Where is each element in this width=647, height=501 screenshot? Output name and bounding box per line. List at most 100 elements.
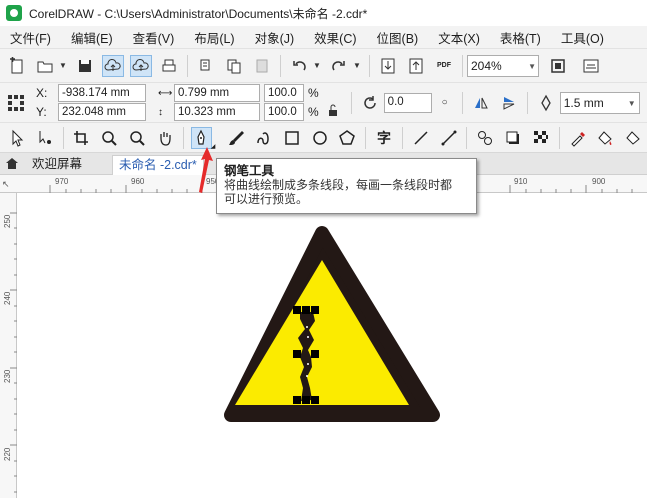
- scale-x-unit: %: [308, 86, 319, 100]
- publish-pdf-icon[interactable]: PDF: [433, 55, 455, 77]
- menu-bar: 文件(F) 编辑(E) 查看(V) 布局(L) 对象(J) 效果(C) 位图(B…: [0, 26, 647, 48]
- warning-sign-drawing: [224, 226, 440, 422]
- menu-view[interactable]: 查看(V): [123, 28, 185, 47]
- separator: [462, 54, 463, 77]
- outline-dropdown-icon[interactable]: ▼: [628, 95, 636, 113]
- new-document-icon[interactable]: [6, 55, 28, 77]
- tab-document[interactable]: 未命名 -2.cdr*: [112, 155, 204, 175]
- vertical-ruler[interactable]: 250 240 230 220: [0, 193, 17, 498]
- pdf-label: PDF: [437, 62, 451, 69]
- tab-welcome[interactable]: 欢迎屏幕: [26, 155, 88, 175]
- x-position-field[interactable]: -938.174 mm: [58, 84, 146, 102]
- ruler-ticks: [10, 212, 17, 493]
- height-field[interactable]: 10.323 mm: [174, 103, 260, 121]
- pan-tool-icon[interactable]: [154, 127, 176, 149]
- paste-icon[interactable]: [251, 55, 273, 77]
- smart-drawing-icon[interactable]: [253, 127, 275, 149]
- open-dropdown-icon[interactable]: ▼: [59, 61, 67, 70]
- x-label: X:: [36, 86, 48, 100]
- connector-tool-icon[interactable]: [438, 127, 460, 149]
- interactive-fill-icon[interactable]: [594, 127, 616, 149]
- pick-tool-icon[interactable]: [6, 127, 28, 149]
- y-position-field[interactable]: 232.048 mm: [58, 103, 146, 121]
- separator: [466, 126, 468, 149]
- tooltip-title: 钢笔工具: [224, 164, 275, 178]
- window-title: CorelDRAW - C:\Users\Administrator\Docum…: [29, 6, 368, 21]
- menu-edit[interactable]: 编辑(E): [61, 28, 123, 47]
- save-icon[interactable]: [74, 55, 96, 77]
- menu-effects[interactable]: 效果(C): [304, 28, 366, 47]
- object-origin-icon[interactable]: [5, 92, 27, 114]
- full-screen-preview-icon[interactable]: [547, 55, 569, 77]
- drop-shadow-icon[interactable]: [502, 127, 524, 149]
- zoom-tool-icon[interactable]: [98, 127, 120, 149]
- eyedropper-icon[interactable]: [567, 127, 589, 149]
- outline-width-select[interactable]: 1.5 mm ▼: [559, 91, 640, 114]
- height-icon: ↕: [158, 106, 163, 118]
- options-icon[interactable]: [580, 55, 602, 77]
- open-icon[interactable]: [34, 55, 56, 77]
- menu-object[interactable]: 对象(J): [245, 28, 305, 47]
- tooltip-description-line1: 将曲线绘制成多条线段，每画一条线段时都: [224, 178, 453, 192]
- import-icon[interactable]: [377, 55, 399, 77]
- separator: [182, 126, 184, 149]
- coreldraw-logo-icon: [6, 5, 22, 21]
- scale-y-unit: %: [308, 105, 319, 119]
- rotation-angle-field[interactable]: 0.0: [383, 92, 432, 113]
- cloud-upload-icon[interactable]: [102, 54, 124, 77]
- dimension-tool-icon[interactable]: [410, 127, 432, 149]
- annotation-arrow-icon: [199, 147, 213, 193]
- redo-dropdown-icon[interactable]: ▼: [353, 61, 361, 70]
- mirror-horizontal-icon[interactable]: [470, 92, 492, 114]
- separator: [365, 126, 367, 149]
- standard-toolbar: ▼ ▼ ▼ PDF 204% ▼: [0, 48, 647, 82]
- width-field[interactable]: 0.799 mm: [174, 84, 260, 102]
- home-icon[interactable]: [5, 156, 19, 173]
- separator: [401, 126, 403, 149]
- undo-icon[interactable]: [288, 55, 310, 77]
- print-icon[interactable]: [158, 55, 180, 77]
- artistic-media-icon[interactable]: [225, 127, 247, 149]
- width-icon: ⟷: [158, 87, 173, 99]
- menu-text[interactable]: 文本(X): [428, 28, 490, 47]
- separator: [461, 91, 463, 114]
- separator: [280, 54, 281, 77]
- menu-file[interactable]: 文件(F): [0, 28, 61, 47]
- zoom-level-select[interactable]: 204% ▼: [467, 54, 539, 77]
- separator: [187, 54, 188, 77]
- mirror-vertical-icon[interactable]: [498, 92, 520, 114]
- transparency-tool-icon[interactable]: [530, 127, 552, 149]
- blend-tool-icon[interactable]: [474, 127, 496, 149]
- copy-icon[interactable]: [223, 55, 245, 77]
- drawing-canvas[interactable]: [17, 193, 647, 498]
- ellipse-tool-icon[interactable]: [309, 127, 331, 149]
- degree-symbol-icon: ○: [441, 97, 448, 108]
- separator: [62, 126, 64, 149]
- separator: [558, 126, 560, 149]
- menu-tools[interactable]: 工具(O): [551, 28, 614, 47]
- menu-table[interactable]: 表格(T): [490, 28, 551, 47]
- title-bar: CorelDRAW - C:\Users\Administrator\Docum…: [0, 0, 647, 26]
- smart-fill-icon[interactable]: [622, 127, 644, 149]
- cut-icon[interactable]: [195, 55, 217, 77]
- scale-x-field[interactable]: 100.0: [264, 84, 304, 102]
- zoom-out-tool-icon[interactable]: [126, 127, 148, 149]
- zoom-level-value: 204%: [471, 58, 502, 73]
- rectangle-tool-icon[interactable]: [281, 127, 303, 149]
- scale-y-field[interactable]: 100.0: [264, 103, 304, 121]
- menu-bitmaps[interactable]: 位图(B): [367, 28, 429, 47]
- crop-tool-icon[interactable]: [71, 127, 93, 149]
- text-tool-icon[interactable]: 字: [373, 127, 395, 149]
- polygon-tool-icon[interactable]: [336, 127, 358, 149]
- lock-ratio-icon[interactable]: [322, 99, 344, 121]
- undo-dropdown-icon[interactable]: ▼: [313, 61, 321, 70]
- menu-layout[interactable]: 布局(L): [184, 28, 244, 47]
- y-label: Y:: [36, 105, 47, 119]
- property-bar: X: -938.174 mm Y: 232.048 mm ⟷ 0.799 mm ↕ 10…: [0, 82, 647, 122]
- shape-tool-icon[interactable]: [34, 127, 56, 149]
- zoom-dropdown-icon[interactable]: ▼: [528, 58, 536, 76]
- redo-icon[interactable]: [328, 55, 350, 77]
- toolbox: ◢ 字: [0, 122, 647, 153]
- cloud-save-icon[interactable]: [130, 54, 152, 77]
- export-icon[interactable]: [405, 55, 427, 77]
